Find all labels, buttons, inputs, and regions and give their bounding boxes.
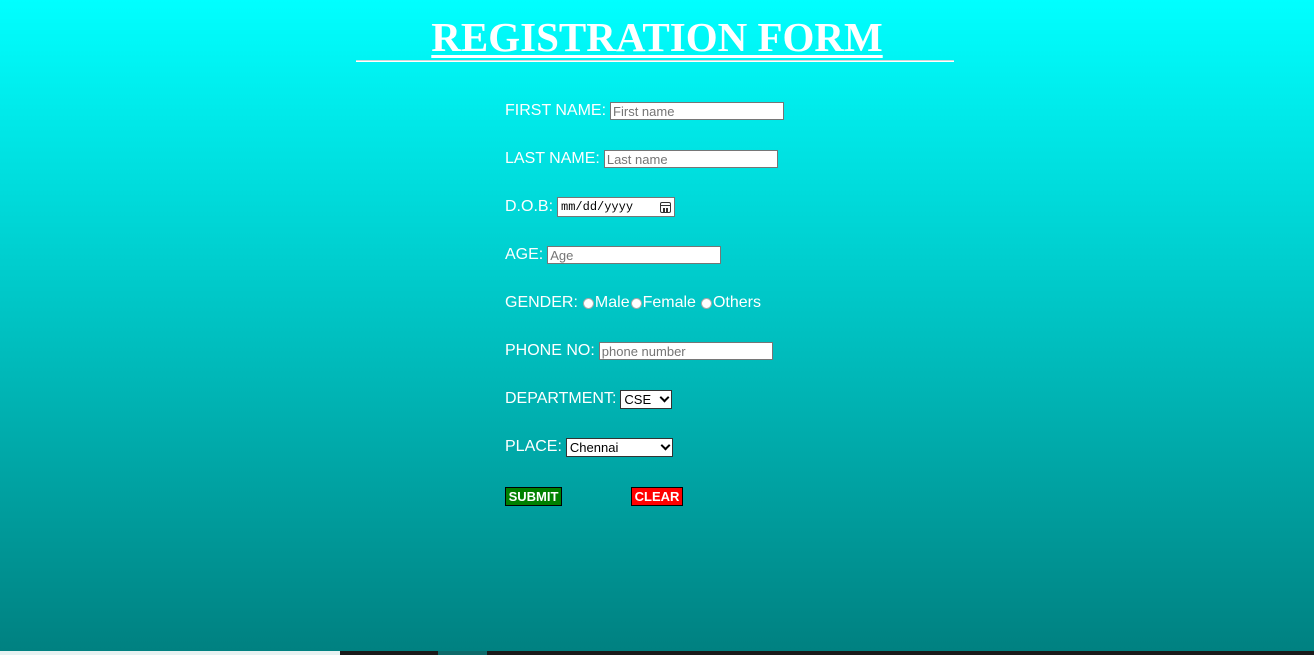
place-select[interactable]: Chennai <box>565 437 673 457</box>
first-name-label: FIRST NAME: <box>505 102 607 119</box>
dob-placeholder: mm/dd/yyyy <box>561 200 634 214</box>
chevron-down-icon <box>660 440 671 450</box>
dob-input[interactable]: mm/dd/yyyy <box>557 197 676 217</box>
department-row: DEPARTMENT: CSE <box>505 388 673 410</box>
calendar-icon[interactable] <box>660 201 672 213</box>
gender-label: GENDER: <box>505 294 578 311</box>
gender-row: GENDER: Male Female Others <box>505 292 761 314</box>
last-name-label: LAST NAME: <box>505 150 600 167</box>
dob-label: D.O.B: <box>505 198 554 215</box>
department-select[interactable]: CSE <box>620 389 673 409</box>
gender-option-others-label[interactable]: Others <box>713 294 761 312</box>
last-name-input[interactable] <box>603 150 778 168</box>
age-label: AGE: <box>505 246 544 263</box>
age-input[interactable] <box>547 246 722 264</box>
page-title: REGISTRATION FORM <box>431 14 883 60</box>
gender-radio-male[interactable] <box>582 297 594 309</box>
age-row: AGE: <box>505 244 722 266</box>
taskbar-edge <box>0 651 1314 655</box>
place-selected-value: Chennai <box>569 439 619 455</box>
place-label: PLACE: <box>505 438 562 455</box>
gender-radio-others[interactable] <box>700 297 712 309</box>
last-name-row: LAST NAME: <box>505 148 778 170</box>
clear-button[interactable]: CLEAR <box>631 487 683 506</box>
gender-option-male-label[interactable]: Male <box>595 294 630 312</box>
department-label: DEPARTMENT: <box>505 390 617 407</box>
gender-option-female-label[interactable]: Female <box>643 294 696 312</box>
phone-label: PHONE NO: <box>505 342 595 359</box>
place-row: PLACE: Chennai <box>505 436 673 458</box>
chevron-down-icon <box>659 392 670 402</box>
title-divider <box>356 60 954 62</box>
phone-row: PHONE NO: <box>505 340 773 362</box>
gender-radio-female[interactable] <box>630 297 642 309</box>
first-name-input[interactable] <box>610 102 785 120</box>
submit-button[interactable]: SUBMIT <box>505 487 562 506</box>
department-selected-value: CSE <box>624 391 652 407</box>
first-name-row: FIRST NAME: <box>505 100 785 122</box>
dob-row: D.O.B: mm/dd/yyyy <box>505 196 676 218</box>
phone-input[interactable] <box>598 342 773 360</box>
